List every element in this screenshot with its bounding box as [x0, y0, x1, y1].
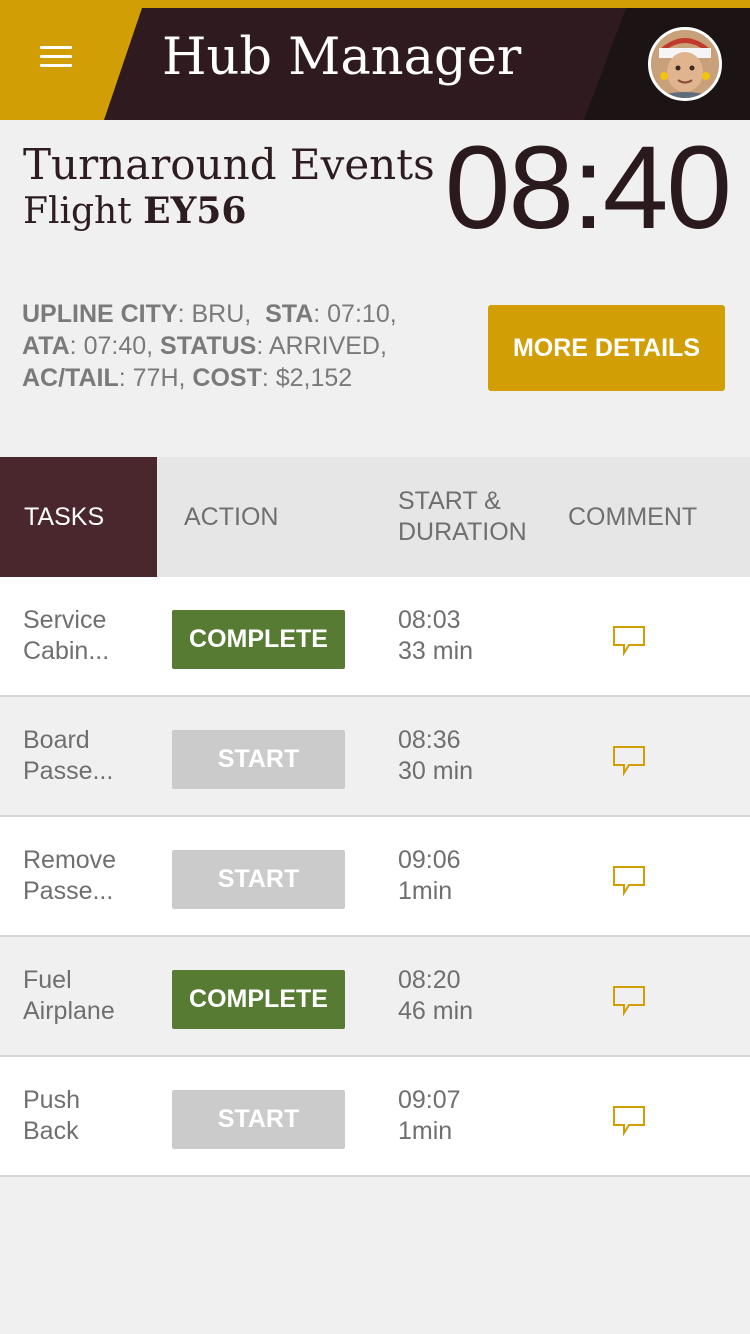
upline-city-value: : BRU,: [177, 300, 252, 328]
task-row: Remove Passe... START 09:06 1min: [0, 817, 750, 937]
sta-label: STA: [265, 300, 314, 328]
comment-icon[interactable]: [612, 985, 646, 1017]
status-label: STATUS: [160, 332, 257, 360]
column-action[interactable]: ACTION: [184, 457, 278, 577]
complete-button[interactable]: COMPLETE: [172, 610, 345, 669]
task-time: 08:36 30 min: [398, 725, 473, 787]
task-duration: 30 min: [398, 757, 474, 785]
cost-value: : $2,152: [261, 364, 353, 392]
user-avatar[interactable]: [648, 27, 722, 101]
actail-value: : 77H,: [118, 364, 186, 392]
more-details-button[interactable]: MORE DETAILS: [488, 305, 725, 391]
comment-icon[interactable]: [612, 865, 646, 897]
task-time: 09:06 1min: [398, 845, 461, 907]
task-start: 08:03: [398, 606, 461, 634]
app-header: Hub Manager: [0, 0, 750, 120]
comment-icon[interactable]: [612, 1105, 646, 1137]
upline-city-label: UPLINE CITY: [22, 300, 178, 328]
ata-label: ATA: [22, 332, 70, 360]
task-name: Push Back: [23, 1086, 80, 1145]
task-name: Remove Passe...: [23, 846, 117, 905]
task-name: Fuel Airplane: [23, 966, 115, 1025]
task-duration: 46 min: [398, 997, 474, 1025]
flight-details: UPLINE CITY: BRU, STA: 07:10, ATA: 07:40…: [22, 298, 462, 394]
status-value: : ARRIVED,: [256, 332, 387, 360]
task-row: Board Passe... START 08:36 30 min: [0, 697, 750, 817]
avatar-photo-icon: [651, 30, 719, 98]
comment-icon[interactable]: [612, 625, 646, 657]
task-start: 08:36: [398, 726, 461, 754]
column-start-duration[interactable]: START & DURATION: [398, 457, 527, 577]
task-name: Board Passe...: [23, 726, 114, 785]
start-button[interactable]: START: [172, 850, 345, 909]
ata-value: : 07:40,: [69, 332, 154, 360]
sta-value: : 07:10,: [313, 300, 397, 328]
app-title: Hub Manager: [162, 28, 522, 87]
start-button[interactable]: START: [172, 730, 345, 789]
current-time: 08:40: [444, 122, 732, 254]
task-start: 09:06: [398, 846, 461, 874]
flight-number: EY56: [143, 190, 247, 232]
comment-icon[interactable]: [612, 745, 646, 777]
start-button[interactable]: START: [172, 1090, 345, 1149]
task-time: 08:20 46 min: [398, 965, 473, 1027]
task-duration: 1min: [398, 877, 453, 905]
events-title: Turnaround Events: [23, 140, 435, 189]
task-start: 09:07: [398, 1086, 461, 1114]
table-header: TASKS ACTION START & DURATION COMMENT: [0, 457, 750, 577]
task-row: Service Cabin... COMPLETE 08:03 33 min: [0, 577, 750, 697]
tab-tasks[interactable]: TASKS: [0, 457, 157, 577]
task-time: 08:03 33 min: [398, 605, 473, 667]
task-duration: 1min: [398, 1117, 453, 1145]
task-list: Service Cabin... COMPLETE 08:03 33 min Bo…: [0, 577, 750, 1177]
task-row: Push Back START 09:07 1min: [0, 1057, 750, 1177]
task-name: Service Cabin...: [23, 606, 110, 665]
actail-label: AC/TAIL: [22, 364, 119, 392]
task-duration: 33 min: [398, 637, 474, 665]
task-time: 09:07 1min: [398, 1085, 461, 1147]
flight-prefix: Flight: [23, 191, 132, 232]
complete-button[interactable]: COMPLETE: [172, 970, 345, 1029]
column-comment[interactable]: COMMENT: [568, 457, 697, 577]
hamburger-menu-icon[interactable]: [38, 42, 74, 72]
task-row: Fuel Airplane COMPLETE 08:20 46 min: [0, 937, 750, 1057]
cost-label: COST: [192, 364, 262, 392]
flight-line: Flight EY56: [23, 190, 246, 232]
task-start: 08:20: [398, 966, 461, 994]
